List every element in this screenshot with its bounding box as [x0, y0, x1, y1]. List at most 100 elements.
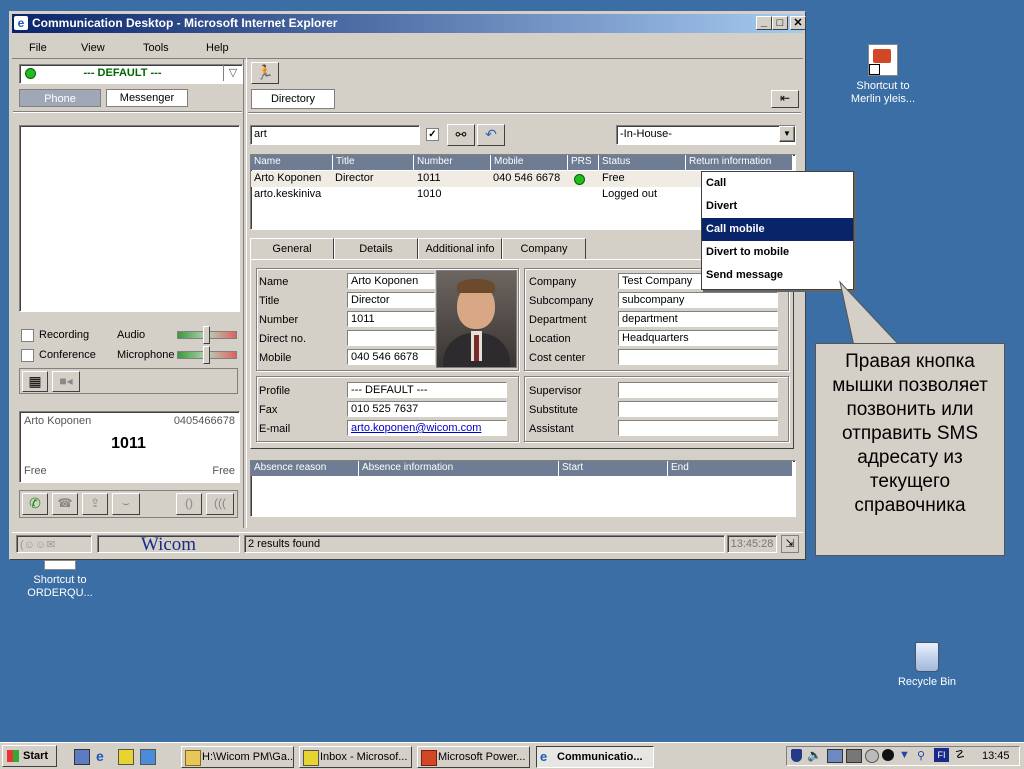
context-menu-call[interactable]: Call: [702, 172, 853, 195]
resize-grip-icon[interactable]: ⇲: [781, 535, 799, 553]
search-input[interactable]: art: [250, 125, 420, 145]
chevron-down-icon[interactable]: ▽: [223, 65, 242, 81]
language-indicator[interactable]: FI: [934, 748, 949, 762]
label-cost-center: Cost center: [529, 352, 586, 364]
col-header-absence-info[interactable]: Absence information: [359, 461, 559, 476]
title-field[interactable]: Director: [347, 292, 435, 308]
collapse-panel-icon[interactable]: ⇤: [771, 90, 799, 108]
moon-icon[interactable]: [882, 749, 894, 761]
slider-thumb[interactable]: [203, 326, 210, 344]
conference-call-icon[interactable]: (): [176, 493, 202, 515]
tab-general[interactable]: General: [250, 238, 334, 260]
video-button[interactable]: ■◂: [52, 371, 80, 392]
presence-dot-icon: [25, 68, 36, 79]
desktop-icon-merlin[interactable]: ↗ Shortcut to Merlin yleis...: [843, 44, 923, 106]
col-header-status[interactable]: Status: [599, 155, 686, 170]
audio-slider[interactable]: [177, 326, 237, 344]
caller-name: Arto Koponen: [24, 415, 92, 427]
desktop-icon-order[interactable]: Shortcut to ORDERQU...: [20, 560, 100, 600]
fax-field[interactable]: 010 525 7637: [347, 401, 507, 417]
context-menu-call-mobile[interactable]: Call mobile: [702, 218, 853, 241]
task-label: H:\Wicom PM\Ga...: [202, 751, 294, 763]
directory-tab[interactable]: Directory: [251, 89, 335, 109]
conference-checkbox[interactable]: [21, 349, 34, 362]
wifi-icon[interactable]: ▼: [899, 749, 910, 761]
right-panel-divider: [248, 112, 801, 114]
department-field[interactable]: department: [618, 311, 778, 327]
transfer-icon[interactable]: ⇪: [82, 493, 108, 515]
panel-splitter[interactable]: [243, 58, 247, 528]
desktop-icon-recycle-bin[interactable]: Recycle Bin: [887, 642, 967, 689]
col-header-mobile[interactable]: Mobile: [491, 155, 568, 170]
name-field[interactable]: Arto Koponen: [347, 273, 435, 289]
undo-search-icon[interactable]: ↶: [477, 124, 505, 146]
show-desktop-icon[interactable]: [74, 749, 90, 765]
mobile-field[interactable]: 040 546 6678: [347, 349, 435, 365]
app-launch-icon[interactable]: [140, 749, 156, 765]
direct-field[interactable]: [347, 330, 435, 346]
task-windows-explorer[interactable]: H:\Wicom PM\Ga...: [181, 746, 294, 768]
menu-tools[interactable]: Tools: [143, 42, 169, 54]
microphone-slider[interactable]: [177, 346, 237, 364]
shield-icon[interactable]: [791, 749, 802, 762]
search-binoculars-icon[interactable]: ⚯: [447, 124, 475, 146]
context-menu-divert-to-mobile[interactable]: Divert to mobile: [702, 241, 853, 264]
monitor-icon[interactable]: [846, 749, 862, 763]
col-header-return-info[interactable]: Return information: [686, 155, 793, 170]
col-header-number[interactable]: Number: [414, 155, 491, 170]
cost-center-field[interactable]: [618, 349, 778, 365]
title-bar[interactable]: e Communication Desktop - Microsoft Inte…: [12, 14, 806, 33]
cell-name: arto.keskiniva: [254, 188, 322, 200]
col-header-start[interactable]: Start: [559, 461, 668, 476]
number-field[interactable]: 1011: [347, 311, 435, 327]
tools-icon[interactable]: ☡: [955, 748, 965, 761]
assistant-field[interactable]: [618, 420, 778, 436]
volume-icon[interactable]: 🔈: [807, 748, 822, 762]
location-select[interactable]: -In-House- ▼: [616, 125, 796, 145]
subcompany-field[interactable]: subcompany: [618, 292, 778, 308]
supervisor-field[interactable]: [618, 382, 778, 398]
col-header-name[interactable]: Name: [251, 155, 333, 170]
tab-company[interactable]: Company: [502, 238, 586, 260]
col-header-prs[interactable]: PRS: [568, 155, 599, 170]
location-field[interactable]: Headquarters: [618, 330, 778, 346]
ie-launch-icon[interactable]: e: [96, 748, 112, 764]
chevron-down-icon[interactable]: ▼: [779, 126, 795, 142]
recording-checkbox[interactable]: [21, 329, 34, 342]
slider-thumb[interactable]: [203, 346, 210, 364]
email-link[interactable]: arto.koponen@wicom.com: [347, 420, 507, 436]
hangup-icon[interactable]: ☎: [52, 493, 78, 515]
minimize-button[interactable]: _: [756, 16, 772, 30]
col-header-title[interactable]: Title: [333, 155, 414, 170]
start-button[interactable]: Start: [2, 745, 57, 767]
tab-additional-info[interactable]: Additional info: [418, 238, 502, 260]
task-communication-desktop[interactable]: e Communicatio...: [536, 746, 654, 768]
substitute-field[interactable]: [618, 401, 778, 417]
hold-icon[interactable]: ⌣: [112, 493, 140, 515]
tab-details[interactable]: Details: [334, 238, 418, 260]
task-inbox[interactable]: Inbox - Microsof...: [299, 746, 412, 768]
network-icon[interactable]: [827, 749, 843, 763]
menu-help[interactable]: Help: [206, 42, 229, 54]
col-header-end[interactable]: End: [668, 461, 793, 476]
col-header-absence-reason[interactable]: Absence reason: [251, 461, 359, 476]
keypad-button[interactable]: ▦: [22, 371, 48, 392]
menu-file[interactable]: File: [29, 42, 47, 54]
profile-select[interactable]: --- DEFAULT --- ▽: [19, 64, 243, 84]
task-powerpoint[interactable]: Microsoft Power...: [417, 746, 530, 768]
maximize-button[interactable]: □: [772, 16, 788, 30]
speaker-icon[interactable]: (((: [206, 493, 234, 515]
tab-phone[interactable]: Phone: [19, 89, 101, 107]
antenna-icon[interactable]: ⚲: [917, 749, 925, 762]
outlook-launch-icon[interactable]: [118, 749, 134, 765]
close-button[interactable]: ✕: [790, 16, 806, 30]
sync-icon[interactable]: [865, 749, 879, 763]
search-checkbox[interactable]: ✓: [426, 128, 439, 141]
answer-call-icon[interactable]: ✆: [22, 493, 48, 515]
context-menu-divert[interactable]: Divert: [702, 195, 853, 218]
profile-field[interactable]: --- DEFAULT ---: [347, 382, 507, 398]
context-menu-send-message[interactable]: Send message: [702, 264, 853, 287]
away-status-button[interactable]: 🏃: [251, 62, 279, 84]
tab-messenger[interactable]: Messenger: [106, 89, 188, 107]
menu-view[interactable]: View: [81, 42, 105, 54]
